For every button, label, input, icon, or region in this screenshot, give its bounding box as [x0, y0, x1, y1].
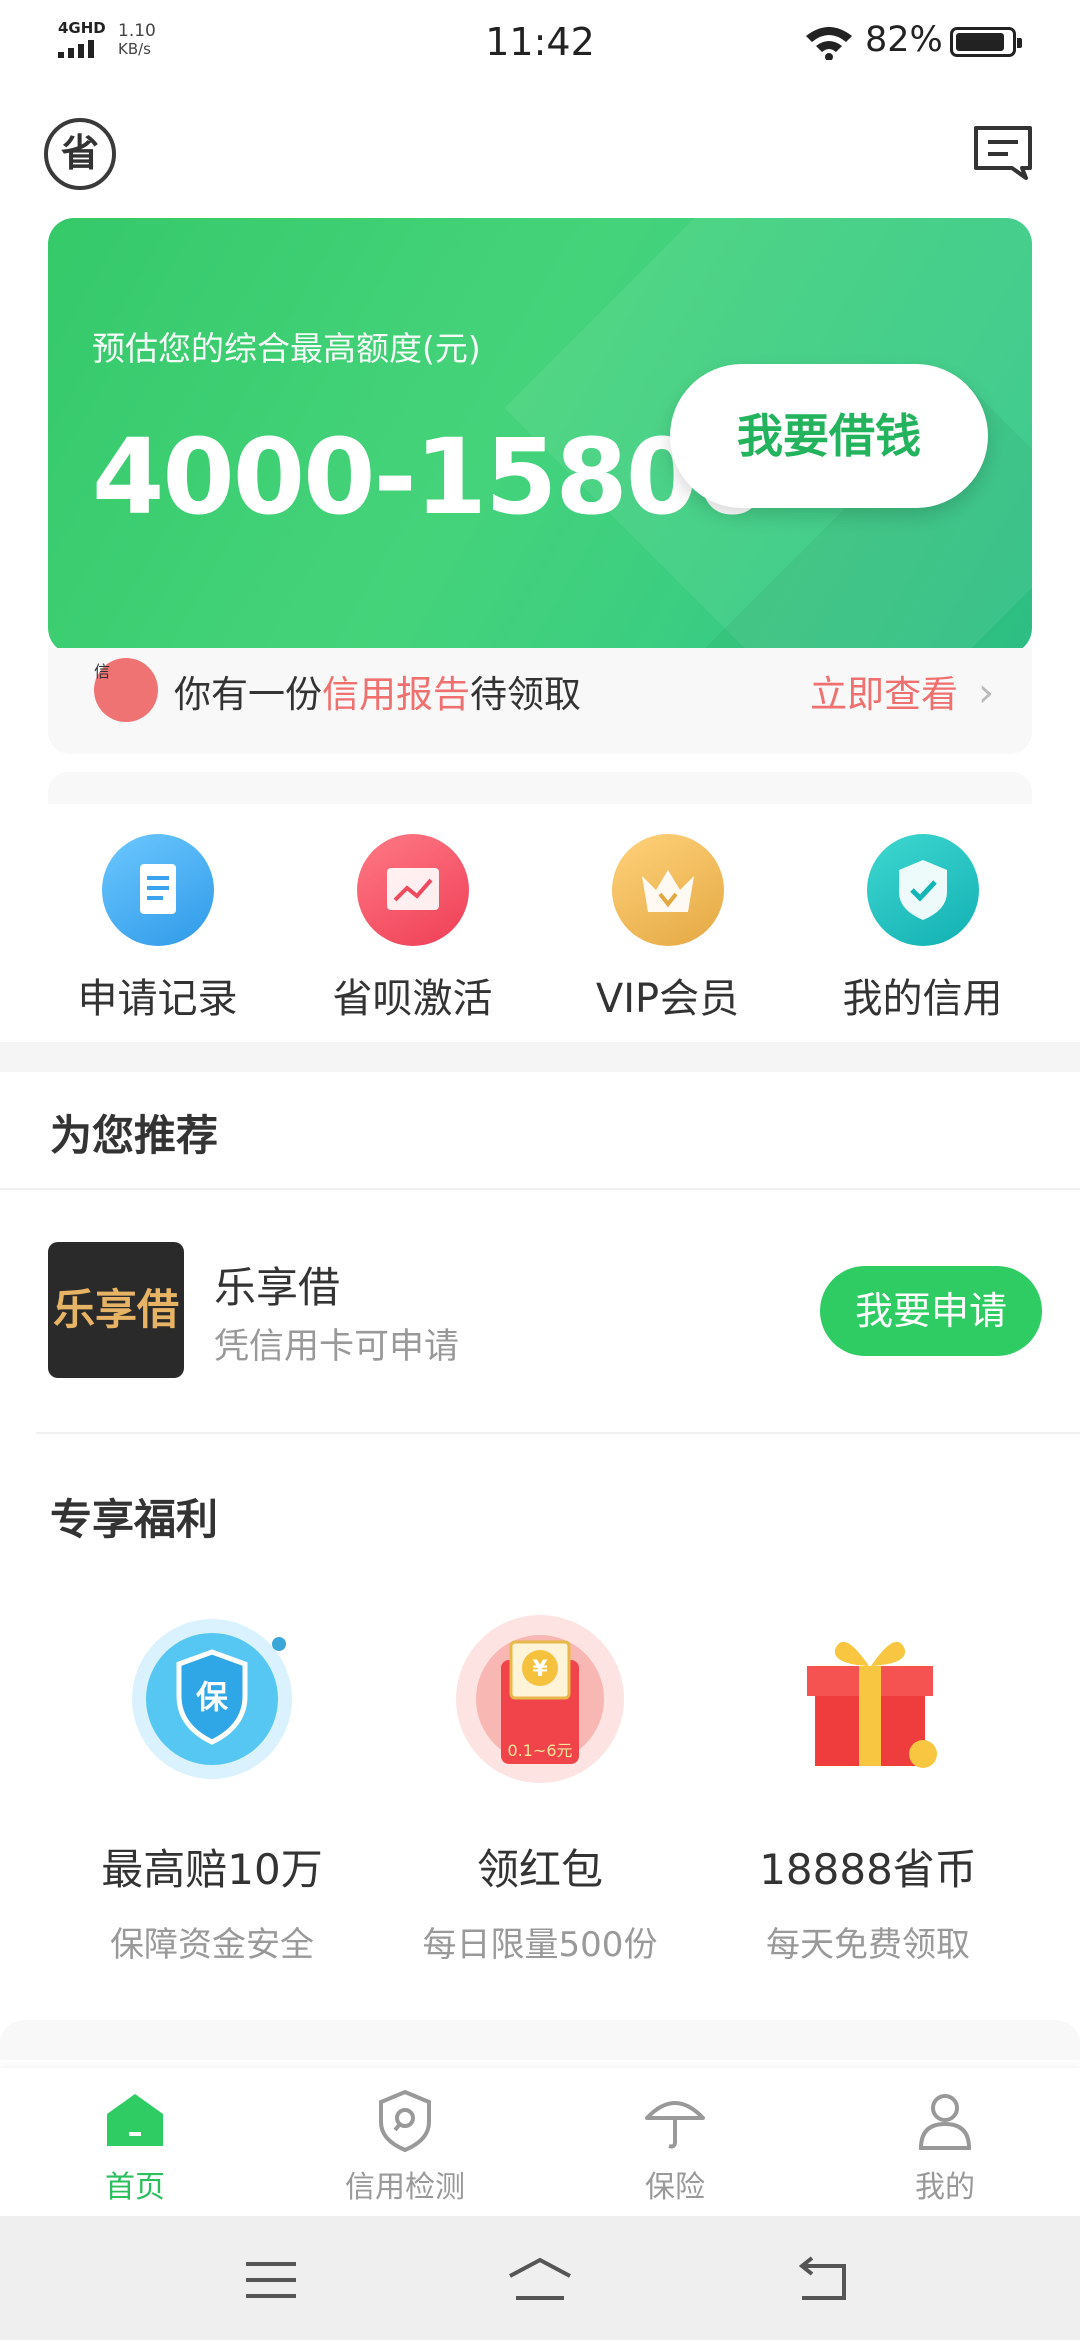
document-icon — [101, 834, 214, 946]
shield-badge-text: 保 — [196, 1678, 229, 1716]
quick-label: 省呗激活 — [332, 976, 493, 1022]
recommend-title: 为您推荐 — [50, 1111, 219, 1160]
product-subtitle: 凭信用卡可申请 — [214, 1327, 460, 1367]
tab-label: 我的 — [915, 2170, 975, 2205]
quick-item-activate[interactable]: 省呗激活 — [285, 830, 540, 1024]
borrow-button[interactable]: 我要借钱 — [670, 364, 988, 508]
benefit-subtitle: 每日限量500份 — [422, 1925, 658, 1965]
credit-limit-card: 预估您的综合最高额度(元) 4000-15800 我要借钱 — [48, 218, 1032, 654]
apply-button[interactable]: 我要申请 — [820, 1266, 1042, 1356]
coin-symbol: ¥ — [532, 1657, 548, 1682]
benefit-coins[interactable]: 18888省币 每天免费领取 — [718, 1604, 1018, 1966]
envelope-badge-text: 0.1~6元 — [507, 1741, 572, 1760]
quick-label: VIP会员 — [595, 976, 740, 1022]
message-icon[interactable] — [972, 124, 1034, 182]
red-envelope-icon: ¥ 0.1~6元 — [445, 1604, 635, 1794]
quick-label: 申请记录 — [77, 976, 238, 1022]
quick-item-my-credit[interactable]: 我的信用 — [795, 830, 1050, 1024]
credit-check-icon — [373, 2088, 437, 2153]
divider — [0, 1188, 1080, 1190]
tab-label: 保险 — [645, 2170, 705, 2205]
benefit-red-envelope[interactable]: ¥ 0.1~6元 领红包 每日限量500份 — [390, 1604, 690, 1966]
benefit-insurance[interactable]: 保 最高赔10万 保障资金安全 — [62, 1604, 362, 1966]
quick-label: 我的信用 — [842, 976, 1003, 1022]
benefits-title: 专享福利 — [50, 1495, 219, 1544]
gift-box-icon — [773, 1604, 963, 1794]
battery-percent: 82% — [865, 20, 943, 60]
tab-home[interactable]: 首页 — [0, 2088, 270, 2206]
divider — [36, 1432, 1080, 1434]
bottom-tab-bar: 首页 信用检测 保险 我的 — [0, 2068, 1080, 2216]
tab-credit-check[interactable]: 信用检测 — [270, 2088, 540, 2206]
notice-text: 你有一份信用报告待领取 — [174, 673, 581, 716]
system-nav-bar — [0, 2216, 1080, 2340]
chart-icon — [356, 834, 469, 946]
credit-limit-label: 预估您的综合最高额度(元) — [92, 329, 481, 368]
wifi-icon — [806, 27, 852, 60]
insurance-shield-icon: 保 — [117, 1604, 307, 1794]
menu-icon[interactable] — [244, 2260, 298, 2300]
tab-insurance[interactable]: 保险 — [540, 2088, 810, 2206]
card-stub — [48, 772, 1032, 804]
umbrella-icon — [643, 2088, 707, 2152]
credit-limit-amount: 4000-15800 — [92, 416, 768, 538]
battery-icon — [950, 27, 1022, 57]
benefit-title: 最高赔10万 — [101, 1845, 323, 1894]
tab-me[interactable]: 我的 — [810, 2088, 1080, 2206]
back-icon[interactable] — [796, 2256, 852, 2302]
chevron-right-icon: › — [978, 670, 994, 716]
product-name[interactable]: 乐享借 — [214, 1254, 340, 1315]
home-icon — [103, 2088, 167, 2152]
crown-icon — [611, 834, 724, 946]
product-logo[interactable]: 乐享借 — [48, 1242, 184, 1378]
app-logo[interactable]: 省 — [44, 118, 116, 190]
tab-label: 信用检测 — [345, 2170, 465, 2205]
benefit-subtitle: 每天免费领取 — [766, 1925, 970, 1965]
section-divider — [0, 1042, 1080, 1072]
benefit-subtitle: 保障资金安全 — [110, 1925, 314, 1965]
benefit-title: 18888省币 — [759, 1845, 977, 1894]
shield-check-icon — [866, 834, 979, 946]
view-now-link[interactable]: 立即查看 — [810, 664, 958, 718]
tab-label: 首页 — [105, 2170, 165, 2205]
status-bar: 4GHD 1.10 KB/s 11:42 82% — [0, 0, 1080, 84]
quick-actions: 申请记录 省呗激活 VIP会员 我的信用 — [0, 830, 1080, 1050]
notice-highlight: 信用报告 — [322, 673, 470, 716]
credit-icon: 信 — [94, 658, 158, 722]
quick-item-apply-records[interactable]: 申请记录 — [30, 830, 285, 1024]
home-nav-icon[interactable] — [506, 2256, 574, 2302]
quick-item-vip[interactable]: VIP会员 — [540, 830, 795, 1024]
benefit-title: 领红包 — [476, 1845, 603, 1894]
next-section-stub — [0, 2020, 1080, 2060]
user-icon — [913, 2088, 977, 2152]
